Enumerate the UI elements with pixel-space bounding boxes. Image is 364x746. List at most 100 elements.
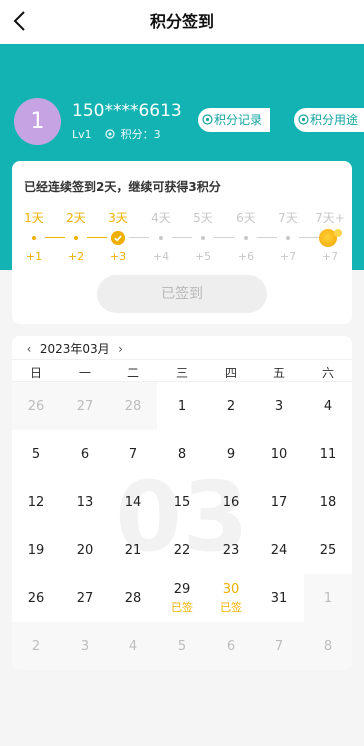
- gift-sparkle: [334, 229, 342, 237]
- signed-label: 已签: [220, 601, 242, 614]
- points-record-button[interactable]: 积分记录: [198, 108, 270, 132]
- check-icon: [111, 231, 125, 245]
- day-points: +1: [25, 250, 43, 263]
- progress-dot: [159, 236, 163, 240]
- weekday-label: 二: [126, 366, 139, 380]
- calendar-day[interactable]: 20: [61, 543, 109, 558]
- weekday-label: 六: [321, 366, 334, 380]
- calendar-day-number: 29: [173, 582, 191, 597]
- calendar-day[interactable]: 6: [207, 639, 255, 654]
- day-label: 2天: [66, 211, 86, 225]
- calendar-day[interactable]: 23: [207, 543, 255, 558]
- next-month-button[interactable]: ›: [113, 342, 127, 356]
- calendar-day[interactable]: 15: [158, 495, 206, 510]
- calendar-day[interactable]: 4: [304, 399, 352, 414]
- user-points: 积分：3: [120, 128, 161, 141]
- calendar-day[interactable]: 21: [109, 543, 157, 558]
- calendar-day[interactable]: 7: [109, 447, 157, 462]
- calendar-day[interactable]: 19: [12, 543, 60, 558]
- calendar-day[interactable]: 22: [158, 543, 206, 558]
- calendar-day[interactable]: 5: [158, 639, 206, 654]
- calendar-day[interactable]: 5: [12, 447, 60, 462]
- calendar-day[interactable]: 3: [61, 639, 109, 654]
- day-label: 4天: [151, 211, 171, 225]
- user-level: Lv1: [72, 128, 92, 141]
- user-phone: 150****6613: [72, 101, 182, 121]
- calendar-day[interactable]: 27: [61, 399, 109, 414]
- signed-in-button[interactable]: 已签到: [97, 275, 267, 313]
- progress-segment: [172, 237, 192, 238]
- calendar-day[interactable]: 9: [207, 447, 255, 462]
- calendar-day[interactable]: 3: [255, 399, 303, 414]
- weekday-label: 一: [78, 366, 91, 380]
- coin-icon: [202, 114, 213, 125]
- calendar-day[interactable]: 18: [304, 495, 352, 510]
- coin-icon: [105, 129, 115, 139]
- day-points: +4: [152, 250, 170, 263]
- calendar-day[interactable]: 14: [109, 495, 157, 510]
- calendar-day[interactable]: 2: [12, 639, 60, 654]
- calendar-day[interactable]: 6: [61, 447, 109, 462]
- top-nav-bar: 积分签到: [0, 0, 364, 44]
- avatar: 1: [14, 98, 61, 145]
- divider: [12, 359, 352, 360]
- calendar-day[interactable]: 28: [109, 591, 157, 606]
- progress-dot: [244, 236, 248, 240]
- calendar-day[interactable]: 24: [255, 543, 303, 558]
- calendar-card: 03 ‹ 2023年03月 › 日 一 二 三 四 五 六 26 27 28 1…: [12, 336, 352, 670]
- calendar-day[interactable]: 2: [207, 399, 255, 414]
- calendar-day-signed[interactable]: 30 已签: [207, 582, 255, 615]
- day-label: 1天: [24, 211, 44, 225]
- progress-dot: [32, 236, 36, 240]
- day-points: +6: [237, 250, 255, 263]
- calendar-day[interactable]: 16: [207, 495, 255, 510]
- day-label: 3天: [108, 211, 128, 225]
- calendar-day[interactable]: 25: [304, 543, 352, 558]
- calendar-day[interactable]: 26: [12, 591, 60, 606]
- signin-card: 已经连续签到2天，继续可获得3积分 1天 2天 3天 4天 5天 6天 7天 7…: [12, 161, 352, 324]
- day-points: +7: [321, 250, 339, 263]
- weekday-label: 日: [29, 366, 42, 380]
- weekday-label: 四: [224, 366, 237, 380]
- calendar-day[interactable]: 4: [109, 639, 157, 654]
- prev-month-button[interactable]: ‹: [22, 342, 36, 356]
- weekday-label: 五: [272, 366, 285, 380]
- signed-label: 已签: [171, 601, 193, 614]
- month-label: 2023年03月: [39, 342, 110, 356]
- calendar-day[interactable]: 31: [255, 591, 303, 606]
- day-label: 6天: [236, 211, 256, 225]
- progress-segment: [257, 237, 277, 238]
- coin-icon: [298, 114, 309, 125]
- calendar-day[interactable]: 13: [61, 495, 109, 510]
- calendar-day[interactable]: 28: [109, 399, 157, 414]
- calendar-day[interactable]: 8: [304, 639, 352, 654]
- progress-dot: [286, 236, 290, 240]
- progress-dot: [201, 236, 205, 240]
- day-label: 5天: [193, 211, 213, 225]
- points-record-label: 积分记录: [214, 113, 263, 127]
- progress-dot: [74, 236, 78, 240]
- progress-segment: [45, 237, 65, 238]
- calendar-day-signed[interactable]: 29 已签: [158, 582, 206, 615]
- day-points: +5: [194, 250, 212, 263]
- page-title: 积分签到: [149, 12, 214, 31]
- progress-segment: [299, 237, 319, 238]
- calendar-day[interactable]: 11: [304, 447, 352, 462]
- calendar-day[interactable]: 7: [255, 639, 303, 654]
- day-label: 7天+: [315, 211, 345, 225]
- calendar-day[interactable]: 1: [304, 591, 352, 606]
- day-label: 7天: [278, 211, 298, 225]
- calendar-day[interactable]: 12: [12, 495, 60, 510]
- weekday-label: 三: [175, 366, 188, 380]
- calendar-day-number: 30: [222, 582, 240, 597]
- points-usage-button[interactable]: 积分用途: [294, 108, 364, 132]
- calendar-day[interactable]: 10: [255, 447, 303, 462]
- calendar-day[interactable]: 1: [158, 399, 206, 414]
- points-usage-label: 积分用途: [310, 113, 359, 127]
- calendar-day[interactable]: 17: [255, 495, 303, 510]
- divider: [12, 381, 352, 382]
- calendar-day[interactable]: 27: [61, 591, 109, 606]
- calendar-day[interactable]: 8: [158, 447, 206, 462]
- calendar-day[interactable]: 26: [12, 399, 60, 414]
- progress-segment: [129, 237, 149, 238]
